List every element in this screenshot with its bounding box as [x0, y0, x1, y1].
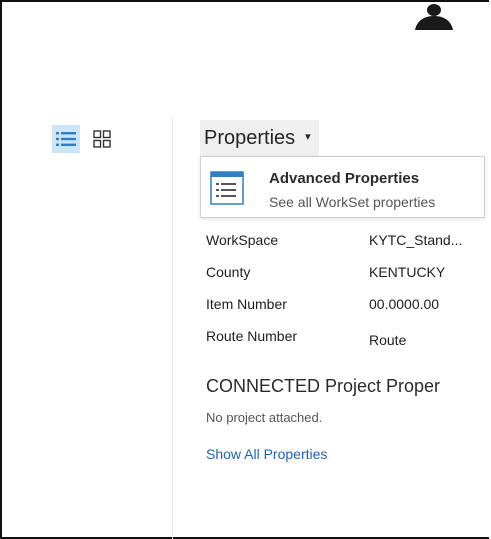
no-project-text: No project attached.	[206, 410, 323, 425]
property-key: County	[206, 264, 251, 280]
connected-project-heading: CONNECTED Project Proper	[206, 376, 441, 396]
advanced-properties-subtitle: See all WorkSet properties	[269, 194, 436, 210]
property-value: KYTC_Stand...	[369, 232, 463, 248]
property-value: 00.0000.00	[369, 296, 440, 312]
chevron-down-icon: ▾	[305, 130, 311, 143]
property-key: WorkSpace	[206, 232, 279, 248]
properties-dropdown[interactable]: Properties ▾	[200, 120, 319, 156]
advanced-properties-title: Advanced Properties	[269, 170, 420, 187]
properties-dropdown-label: Properties	[204, 126, 296, 149]
property-value: Route	[369, 332, 407, 348]
list-view-button[interactable]	[52, 125, 80, 153]
property-key: Item Number	[206, 296, 287, 312]
advanced-properties-item[interactable]: Advanced Properties See all WorkSet prop…	[200, 156, 485, 218]
vertical-divider	[172, 118, 173, 539]
document-list-icon	[210, 171, 244, 205]
view-toggle	[52, 125, 116, 153]
list-view-icon	[56, 132, 76, 146]
property-value: KENTUCKY	[369, 264, 446, 280]
grid-view-icon	[93, 130, 111, 148]
show-all-properties-link[interactable]: Show All Properties	[206, 446, 327, 462]
grid-view-button[interactable]	[88, 125, 116, 153]
avatar-silhouette-icon	[415, 4, 453, 30]
property-key: Route Number	[206, 328, 298, 344]
